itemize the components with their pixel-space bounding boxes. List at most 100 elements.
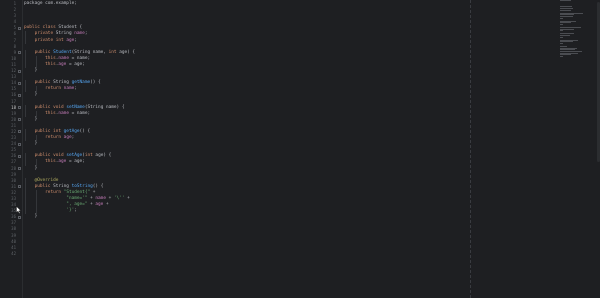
code-token: public class <box>24 25 59 31</box>
code-token: = name; <box>68 110 91 116</box>
mouse-pointer-icon <box>16 206 22 214</box>
code-token: (String name, <box>71 49 109 55</box>
code-token: } <box>24 141 38 147</box>
fold-marker-icon[interactable] <box>18 26 21 30</box>
fold-marker-icon[interactable] <box>18 154 21 158</box>
code-editor[interactable]: 1 package com.example; 2 3 4 5 public class St… <box>0 0 600 298</box>
code-token: ; <box>74 37 77 43</box>
code-area[interactable]: 1 package com.example; 2 3 4 5 public class St… <box>11 1 584 257</box>
code-token: ; <box>71 135 75 141</box>
code-token: getAge <box>63 128 80 134</box>
code-token: getName <box>71 80 91 86</box>
line-number: 42 <box>11 250 16 256</box>
code-token: = age; <box>66 159 85 165</box>
code-token: } <box>24 92 38 98</box>
code-token: } <box>24 214 38 220</box>
code-token: @Override <box>34 177 59 183</box>
minimap-line <box>560 23 563 25</box>
code-token: () { <box>79 128 91 134</box>
minimap[interactable] <box>560 0 596 57</box>
code-token: } <box>24 165 38 171</box>
fold-marker-icon[interactable] <box>18 142 21 146</box>
code-token: public <box>34 49 54 55</box>
minimap-line <box>560 30 563 32</box>
code-token: ; <box>74 1 77 6</box>
code-line[interactable]: 42 <box>11 251 584 257</box>
code-token: = age; <box>66 61 85 67</box>
fold-marker-icon[interactable] <box>18 106 21 110</box>
code-token: this <box>45 55 56 61</box>
code-token: + <box>105 196 114 201</box>
code-token: return <box>45 189 64 195</box>
code-token: ; <box>74 208 77 214</box>
code-token: int <box>84 153 96 159</box>
code-token: ; <box>84 31 88 37</box>
code-token: String <box>53 80 72 86</box>
minimap-line <box>560 43 563 45</box>
fold-marker-icon[interactable] <box>18 167 21 171</box>
code-token: private int <box>34 37 67 43</box>
fold-marker-icon[interactable] <box>18 69 21 73</box>
code-token: name <box>58 55 69 61</box>
code-token: public <box>34 183 54 189</box>
fold-marker-icon[interactable] <box>18 118 21 122</box>
code-token: toString <box>71 183 93 189</box>
scrollbar-thumb[interactable] <box>596 2 600 162</box>
code-token: "Student{" <box>63 189 91 195</box>
code-token: age) { <box>119 49 136 55</box>
code-token: + <box>103 202 109 208</box>
code-token: package <box>24 1 46 6</box>
fold-marker-icon[interactable] <box>18 215 21 219</box>
fold-marker-icon[interactable] <box>18 81 21 85</box>
vertical-scrollbar[interactable] <box>596 0 600 298</box>
code-token: '\'' <box>113 196 125 201</box>
code-token: public <box>34 80 54 86</box>
code-token: (String name) { <box>84 104 125 110</box>
code-token: } <box>24 68 38 74</box>
code-token: name <box>58 110 69 116</box>
fold-marker-icon[interactable] <box>18 130 21 134</box>
code-token: age) { <box>95 153 112 159</box>
fold-marker-icon[interactable] <box>18 93 21 97</box>
code-token: ", age=" <box>66 202 88 208</box>
code-token: name <box>95 196 106 201</box>
code-token: name <box>63 86 75 92</box>
code-token: com.example <box>45 1 75 6</box>
code-token: int <box>108 49 120 55</box>
code-token: age <box>63 135 72 141</box>
code-token: + <box>124 196 130 201</box>
code-token: } <box>24 116 38 122</box>
code-token: setName <box>66 104 85 110</box>
code-token: () { <box>92 183 104 189</box>
code-token: return <box>45 86 64 92</box>
code-token: "name='" <box>66 196 88 201</box>
minimap-line <box>560 17 563 19</box>
code-token: = name; <box>68 55 91 61</box>
minimap-line <box>560 55 563 57</box>
code-token: public int <box>34 128 64 134</box>
fold-marker-icon[interactable] <box>18 185 21 189</box>
gutter-divider <box>22 0 23 298</box>
code-token: this <box>45 159 56 165</box>
fold-marker-icon[interactable] <box>18 51 21 55</box>
code-token: () { <box>90 80 101 86</box>
minimap-line <box>560 9 571 11</box>
code-token: ; <box>74 86 77 92</box>
code-token: return <box>45 135 64 141</box>
